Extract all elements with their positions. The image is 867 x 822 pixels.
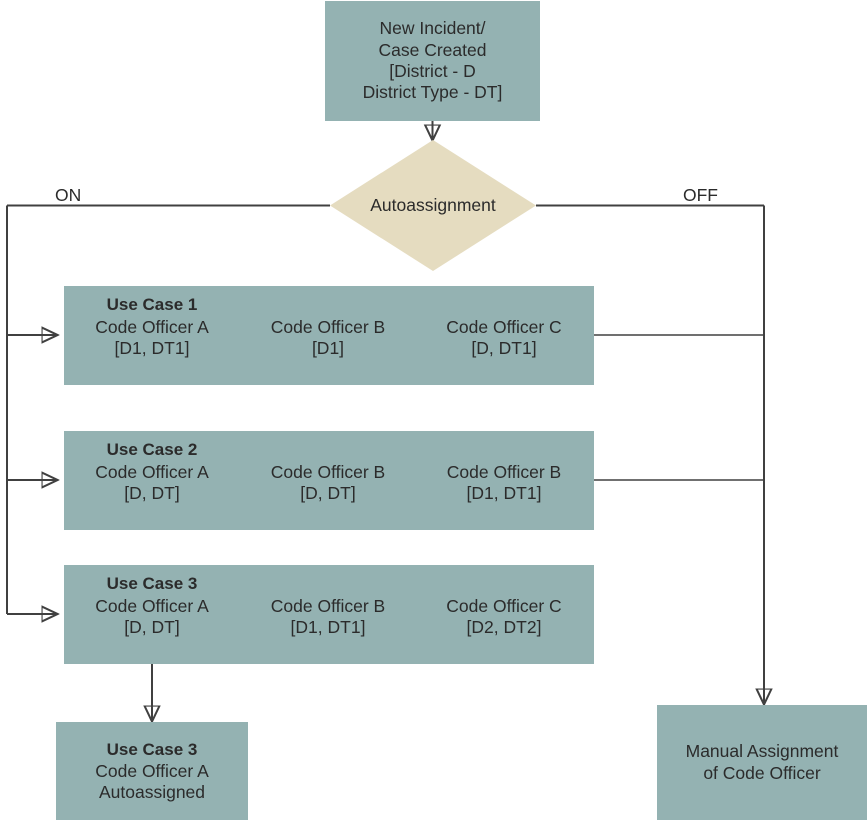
manual-outcome-line-2: of Code Officer: [703, 762, 821, 783]
usecase-2-tag-3: [D1, DT1]: [466, 483, 542, 504]
usecase-2-officer-1: Code Officer A: [95, 461, 209, 482]
usecase-2-column-2: Use Case 2 Code Officer B [D, DT]: [240, 440, 416, 530]
manual-assignment-outcome-node: Manual Assignment of Code Officer: [657, 705, 867, 820]
start-line-3: [District - D: [389, 61, 476, 81]
usecase-3-column-1: Use Case 3 Code Officer A [D, DT]: [64, 574, 240, 664]
usecase-1-tag-3: [D, DT1]: [471, 338, 537, 359]
manual-outcome-line-1: Manual Assignment: [685, 741, 839, 762]
usecase-3-tag-2: [D1, DT1]: [290, 617, 366, 638]
start-line-1: New Incident/: [379, 18, 486, 39]
usecase-2-node: Use Case 2 Code Officer A [D, DT] Use Ca…: [64, 431, 594, 530]
usecase-1-column-3: Use Case 1 Code Officer C [D, DT1]: [416, 295, 592, 385]
usecase-3-officer-3: Code Officer C: [446, 595, 562, 616]
auto-outcome-line-2: Code Officer A: [95, 761, 209, 782]
usecase-2-officer-3: Code Officer B: [446, 461, 562, 482]
branch-label-on: ON: [55, 185, 82, 205]
usecase-1-officer-1: Code Officer A: [95, 316, 209, 337]
decision-label: Autoassignment: [370, 194, 496, 215]
start-line-2: Case Created: [378, 39, 487, 60]
usecase-2-tag-1: [D, DT]: [124, 483, 180, 504]
usecase-2-column-3: Use Case 2 Code Officer B [D1, DT1]: [416, 440, 592, 530]
usecase-3-node: Use Case 3 Code Officer A [D, DT] Use Ca…: [64, 565, 594, 664]
usecase-3-column-2: Use Case 3 Code Officer B [D1, DT1]: [240, 574, 416, 664]
usecase-1-officer-2: Code Officer B: [270, 316, 386, 337]
usecase-1-title: Use Case 1: [106, 295, 198, 314]
usecase-3-title: Use Case 3: [106, 574, 198, 593]
usecase-3-officer-1: Code Officer A: [95, 595, 209, 616]
decision-node-autoassignment: Autoassignment: [330, 140, 536, 271]
auto-outcome-line-3: Autoassigned: [98, 782, 206, 803]
usecase-1-node: Use Case 1 Code Officer A [D1, DT1] Use …: [64, 286, 594, 385]
usecase-1-tag-2: [D1]: [311, 338, 345, 359]
usecase-2-title: Use Case 2: [106, 440, 198, 459]
usecase-2-column-1: Use Case 2 Code Officer A [D, DT]: [64, 440, 240, 530]
usecase-1-column-1: Use Case 1 Code Officer A [D1, DT1]: [64, 295, 240, 385]
auto-outcome-title: Use Case 3: [106, 740, 198, 760]
usecase-3-tag-3: [D2, DT2]: [466, 617, 542, 638]
branch-label-off: OFF: [683, 185, 718, 205]
usecase-1-column-2: Use Case 1 Code Officer B [D1]: [240, 295, 416, 385]
usecase-3-column-3: Use Case 3 Code Officer C [D2, DT2]: [416, 574, 592, 664]
usecase-3-tag-1: [D, DT]: [124, 617, 180, 638]
usecase-3-officer-2: Code Officer B: [270, 595, 386, 616]
flowchart-canvas: New Incident/ Case Created [District - D…: [0, 0, 867, 822]
usecase-1-tag-1: [D1, DT1]: [114, 338, 190, 359]
usecase-1-officer-3: Code Officer C: [446, 316, 562, 337]
connector-layer: [6, 121, 867, 822]
usecase-2-tag-2: [D, DT]: [300, 483, 356, 504]
start-node: New Incident/ Case Created [District - D…: [325, 1, 540, 121]
usecase-2-officer-2: Code Officer B: [270, 461, 386, 482]
auto-assignment-outcome-node: Use Case 3 Code Officer A Autoassigned: [56, 722, 248, 820]
start-line-4: District Type - DT]: [362, 82, 503, 103]
